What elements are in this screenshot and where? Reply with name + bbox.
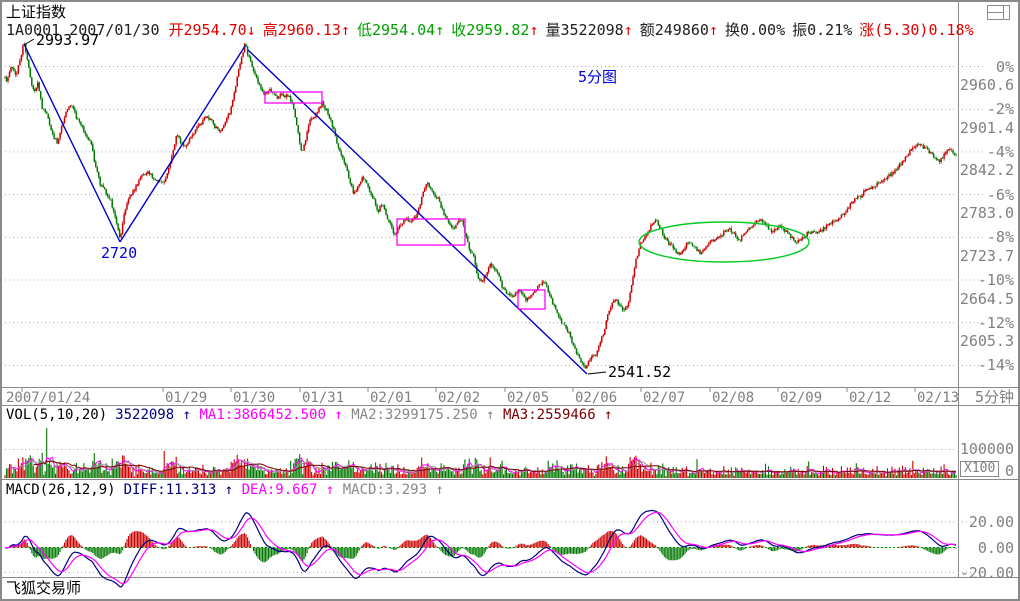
quote-field: 额249860↑	[640, 21, 718, 39]
trendline	[120, 46, 245, 242]
macd-indicator-row: MACD(26,12,9) DIFF:11.313 ↑ DEA:9.667 ↑ M…	[6, 482, 444, 498]
volume-axis-label: 100000	[960, 441, 1014, 457]
highlight-rectangle	[265, 92, 322, 103]
percent-axis-label: -14%	[978, 357, 1014, 373]
percent-axis-label: -6%	[987, 187, 1014, 203]
volume-panel-bottom-border	[2, 479, 1018, 480]
split-icon-vertical-bar	[1003, 6, 1004, 19]
highlight-rectangle	[397, 219, 465, 245]
price-axis-label: 2901.4	[960, 120, 1014, 136]
date-axis-label: 02/07	[643, 390, 685, 406]
label-leader-line	[24, 39, 34, 45]
quote-field: 开2954.70↓	[169, 21, 256, 39]
chart-type-label: 5分图	[578, 69, 617, 85]
date-axis-label: 02/01	[370, 390, 412, 406]
quote-header-row: 1A00012007/01/30开2954.70↓高2960.13↑低2954.…	[6, 22, 981, 38]
percent-axis-label: -12%	[978, 315, 1014, 331]
main-chart-bottom-border	[2, 387, 1018, 388]
volume-ma-value: MA2:3299175.250 ↑	[351, 407, 503, 423]
timeframe-label[interactable]: 5分钟	[975, 389, 1014, 405]
charts-canvas[interactable]	[2, 2, 1018, 599]
quote-field: 振0.21%	[792, 21, 852, 39]
quote-field: 量3522098↑	[546, 21, 633, 39]
split-icon-horizontal-bar	[988, 12, 1003, 13]
highlight-rectangle	[518, 290, 545, 309]
volume-zero-label: 0	[1005, 463, 1014, 479]
date-axis-label: 02/06	[575, 390, 617, 406]
date-axis-label: 01/30	[233, 390, 275, 406]
volume-ma3-line	[33, 461, 956, 472]
quote-field: 涨(5.30)0.18%	[859, 21, 973, 39]
price-axis-label: 2723.7	[960, 248, 1014, 264]
candle-bodies-down	[7, 44, 957, 369]
price-axis-label: 2842.2	[960, 162, 1014, 178]
macd-axis-label: 20.00	[969, 514, 1014, 530]
macd-value: MACD:3.293 ↑	[343, 482, 444, 498]
trendline	[248, 50, 587, 374]
volume-indicator-name: VOL(5,10,20)	[6, 407, 107, 423]
percent-axis-label: -2%	[987, 101, 1014, 117]
macd-value: DIFF:11.313 ↑	[124, 482, 242, 498]
candle-wicks-up	[5, 43, 950, 369]
index-name: 上证指数	[6, 4, 66, 20]
date-axis-label: 02/08	[712, 390, 754, 406]
macd-dea-line	[5, 512, 956, 583]
price-axis-label: 2605.3	[960, 333, 1014, 349]
date-axis-label: 02/13	[917, 390, 959, 406]
macd-panel-bottom-border	[2, 577, 1018, 578]
macd-indicator-name: MACD(26,12,9)	[6, 482, 116, 498]
percent-axis-label: -10%	[978, 272, 1014, 288]
volume-ma-value: MA3:2559466 ↑	[503, 407, 613, 423]
quote-field: 高2960.13↑	[263, 21, 350, 39]
volume-ma1-line	[11, 457, 956, 473]
percent-axis-label: 0%	[996, 59, 1014, 75]
date-axis-label: 02/02	[438, 390, 480, 406]
percent-axis-label: -4%	[987, 144, 1014, 160]
macd-histogram-negative	[7, 548, 957, 563]
split-window-icon[interactable]	[987, 5, 1010, 20]
status-bar-app-name: 飞狐交易师	[6, 580, 81, 596]
date-axis-label: 02/05	[507, 390, 549, 406]
trading-app-window: 上证指数 1A00012007/01/30开2954.70↓高2960.13↑低…	[0, 0, 1020, 601]
macd-value: DEA:9.667 ↑	[242, 482, 343, 498]
macd-axis-label: -20.00	[960, 565, 1014, 581]
percent-axis-label: -8%	[987, 229, 1014, 245]
volume-bars-down	[7, 428, 957, 478]
candle-wicks-down	[7, 43, 957, 369]
quote-field: 换0.00%	[725, 21, 785, 39]
volume-bars-up	[5, 451, 950, 478]
quote-fields: 开2954.70↓ 高2960.13↑ 低2954.04↑ 收2959.82↑ 量352…	[169, 21, 981, 39]
quote-field: 收2959.82↑	[451, 21, 538, 39]
candle-bodies-up	[5, 44, 950, 369]
label-leader-line	[588, 372, 606, 374]
price-axis-label: 2783.0	[960, 205, 1014, 221]
date-axis-label: 01/29	[165, 390, 207, 406]
volume-ma-value: MA1:3866452.500 ↑	[199, 407, 351, 423]
bottom-price-label: 2541.52	[608, 364, 671, 380]
date-axis-label: 01/31	[302, 390, 344, 406]
volume-unit-badge: X100	[960, 461, 999, 477]
quote-field: 低2954.04↑	[357, 21, 444, 39]
trough-price-label: 2720	[101, 245, 137, 261]
macd-diff-line	[5, 511, 956, 588]
peak-price-label: 2993.97	[36, 32, 99, 48]
macd-histogram-positive	[5, 531, 952, 548]
date-axis-label: 02/12	[849, 390, 891, 406]
trendline	[24, 44, 120, 242]
highlight-ellipse	[639, 222, 809, 262]
date-axis-label: 2007/01/24	[6, 390, 90, 406]
volume-ma2-line	[18, 460, 956, 473]
macd-axis-label: 0.00	[978, 540, 1014, 556]
price-axis-label: 2960.6	[960, 77, 1014, 93]
price-axis-label: 2664.5	[960, 291, 1014, 307]
date-axis-label: 02/09	[780, 390, 822, 406]
volume-indicator-row: VOL(5,10,20)3522098 ↑ MA1:3866452.500 ↑ …	[6, 407, 613, 423]
